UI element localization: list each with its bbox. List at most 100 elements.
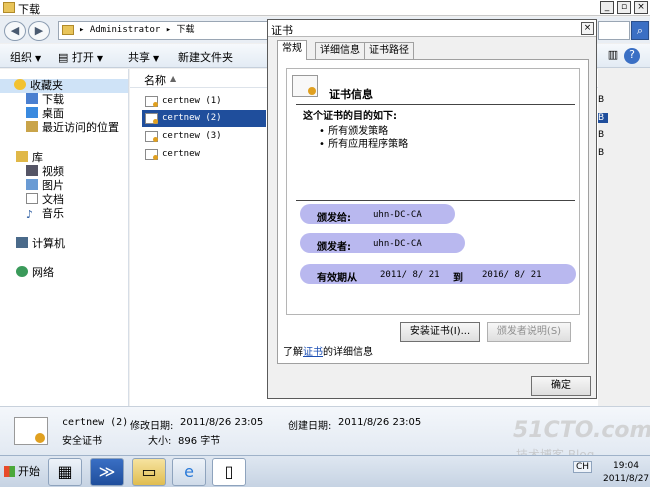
divider (296, 104, 575, 105)
folder-icon (62, 25, 74, 35)
tab-cert-path[interactable]: 证书路径 (364, 42, 414, 59)
share-menu[interactable]: 共享 ▼ (128, 49, 159, 65)
search-icon[interactable]: ⌕ (631, 21, 649, 40)
detail-modified-value: 2011/8/26 23:05 (180, 417, 264, 428)
language-indicator[interactable]: CH (573, 461, 593, 473)
file-size: B (598, 113, 608, 123)
detail-size-value: 896 字节 (178, 436, 221, 447)
detail-created-value: 2011/8/26 23:05 (338, 417, 422, 428)
nav-documents[interactable]: 文档 (26, 193, 64, 207)
tab-general[interactable]: 常规 (277, 40, 307, 60)
file-row[interactable]: certnew (142, 146, 266, 163)
nav-network[interactable]: 网络 (16, 266, 54, 280)
file-row-selected[interactable]: certnew (2) (142, 110, 266, 127)
detail-file-name: certnew (2) (62, 417, 129, 428)
star-icon (14, 79, 26, 90)
nav-pictures[interactable]: 图片 (26, 179, 64, 193)
organize-menu[interactable]: 组织 ▼ (10, 49, 41, 65)
search-input[interactable] (598, 21, 630, 40)
sort-up-icon: ▲ (170, 74, 177, 83)
certificate-icon (292, 75, 318, 97)
clock-date[interactable]: 2011/8/27 (603, 474, 649, 484)
close-button[interactable]: × (634, 1, 648, 14)
explorer-titlebar: 下载 _ ▫ × (0, 0, 650, 16)
cert-info-title: 证书信息 (329, 88, 373, 101)
detail-created-label: 创建日期: (288, 421, 332, 432)
nav-favorites[interactable]: 收藏夹 (0, 79, 128, 93)
ok-button[interactable]: 确定 (531, 376, 591, 396)
maximize-button[interactable]: ▫ (617, 1, 631, 14)
nav-computer[interactable]: 计算机 (16, 237, 65, 251)
open-button[interactable]: ▤ 打开 ▼ (58, 49, 103, 65)
detail-modified-label: 修改日期: (130, 421, 174, 432)
validity-label: 有效期从 (317, 273, 357, 284)
certificate-dialog: 证书 × 常规 详细信息 证书路径 证书信息 这个证书的目的如下: • 所有颁发… (267, 19, 597, 399)
file-size: B (598, 148, 605, 158)
file-row[interactable]: certnew (3) (142, 128, 266, 145)
recent-places-icon (26, 121, 38, 132)
learn-more-link[interactable]: 证书 (303, 347, 323, 358)
computer-icon (16, 237, 28, 248)
powershell-icon[interactable]: ≫ (90, 458, 124, 486)
valid-from: 2011/ 8/ 21 (380, 270, 440, 280)
install-certificate-button[interactable]: 安装证书(I)... (400, 322, 480, 342)
nav-music[interactable]: ♪ 音乐 (26, 207, 64, 221)
minimize-button[interactable]: _ (600, 1, 614, 14)
purpose-item: • 所有应用程序策略 (319, 139, 409, 150)
tab-details[interactable]: 详细信息 (315, 42, 365, 59)
dialog-titlebar: 证书 × (268, 20, 596, 37)
folder-icon (3, 2, 15, 13)
file-size: B (598, 95, 605, 105)
explorer-icon[interactable]: ▭ (132, 458, 166, 486)
issued-by-value: uhn-DC-CA (373, 239, 422, 249)
validity-to-label: 到 (453, 273, 463, 284)
nav-downloads[interactable]: 下载 (26, 93, 64, 107)
back-button[interactable]: ◀ (4, 21, 26, 41)
purpose-title: 这个证书的目的如下: (303, 111, 397, 122)
document-icon[interactable]: ▯ (212, 458, 246, 486)
windows-logo-icon (4, 466, 15, 477)
detail-file-type: 安全证书 (62, 436, 102, 447)
nav-recent[interactable]: 最近访问的位置 (26, 121, 119, 135)
issuer-statement-button[interactable]: 颁发者说明(S) (487, 322, 571, 342)
nav-libraries[interactable]: 库 (16, 151, 43, 165)
divider (296, 200, 575, 201)
certificate-icon (145, 149, 158, 160)
nav-desktop[interactable]: 桌面 (26, 107, 64, 121)
issued-to-label: 颁发给: (317, 213, 351, 224)
network-icon (16, 266, 28, 277)
issued-to-value: uhn-DC-CA (373, 210, 422, 220)
certificate-icon (145, 113, 158, 124)
window-title: 下载 (18, 3, 40, 16)
open-icon: ▤ (58, 51, 72, 64)
server-manager-icon[interactable]: ▦ (48, 458, 82, 486)
start-button[interactable]: 开始 (2, 460, 42, 484)
desktop-icon (26, 107, 38, 118)
new-folder-button[interactable]: 新建文件夹 (178, 49, 233, 65)
certificate-icon (145, 96, 158, 107)
file-row[interactable]: certnew (1) (142, 93, 266, 110)
view-options-icon[interactable]: ▥ (605, 48, 621, 64)
learn-more-text: 了解证书的详细信息 (283, 347, 373, 358)
library-icon (16, 151, 28, 162)
clock-time[interactable]: 19:04 (613, 461, 639, 471)
certificate-icon (145, 131, 158, 142)
forward-button[interactable]: ▶ (28, 21, 50, 41)
documents-icon (26, 193, 38, 204)
help-icon[interactable]: ? (624, 48, 640, 64)
navigation-pane: 收藏夹 下载 桌面 最近访问的位置 库 视频 图片 文档 ♪ 音乐 计算机 网络 (0, 69, 129, 406)
dialog-close-button[interactable]: × (581, 22, 594, 35)
detail-size-label: 大小: (148, 436, 172, 447)
certificate-icon (14, 417, 48, 445)
file-size: B (598, 130, 605, 140)
video-icon (26, 165, 38, 176)
address-path: ▸ Administrator ▸ 下载 (79, 25, 195, 35)
tab-panel-general: 证书信息 这个证书的目的如下: • 所有颁发策略 • 所有应用程序策略 颁发给:… (277, 59, 589, 364)
certificate-info-box: 证书信息 这个证书的目的如下: • 所有颁发策略 • 所有应用程序策略 颁发给:… (286, 68, 580, 315)
downloads-icon (26, 93, 38, 104)
dialog-title: 证书 (271, 24, 293, 37)
internet-explorer-icon[interactable]: e (172, 458, 206, 486)
pictures-icon (26, 179, 38, 190)
nav-videos[interactable]: 视频 (26, 165, 64, 179)
address-bar[interactable]: ▸ Administrator ▸ 下载 (58, 21, 268, 40)
